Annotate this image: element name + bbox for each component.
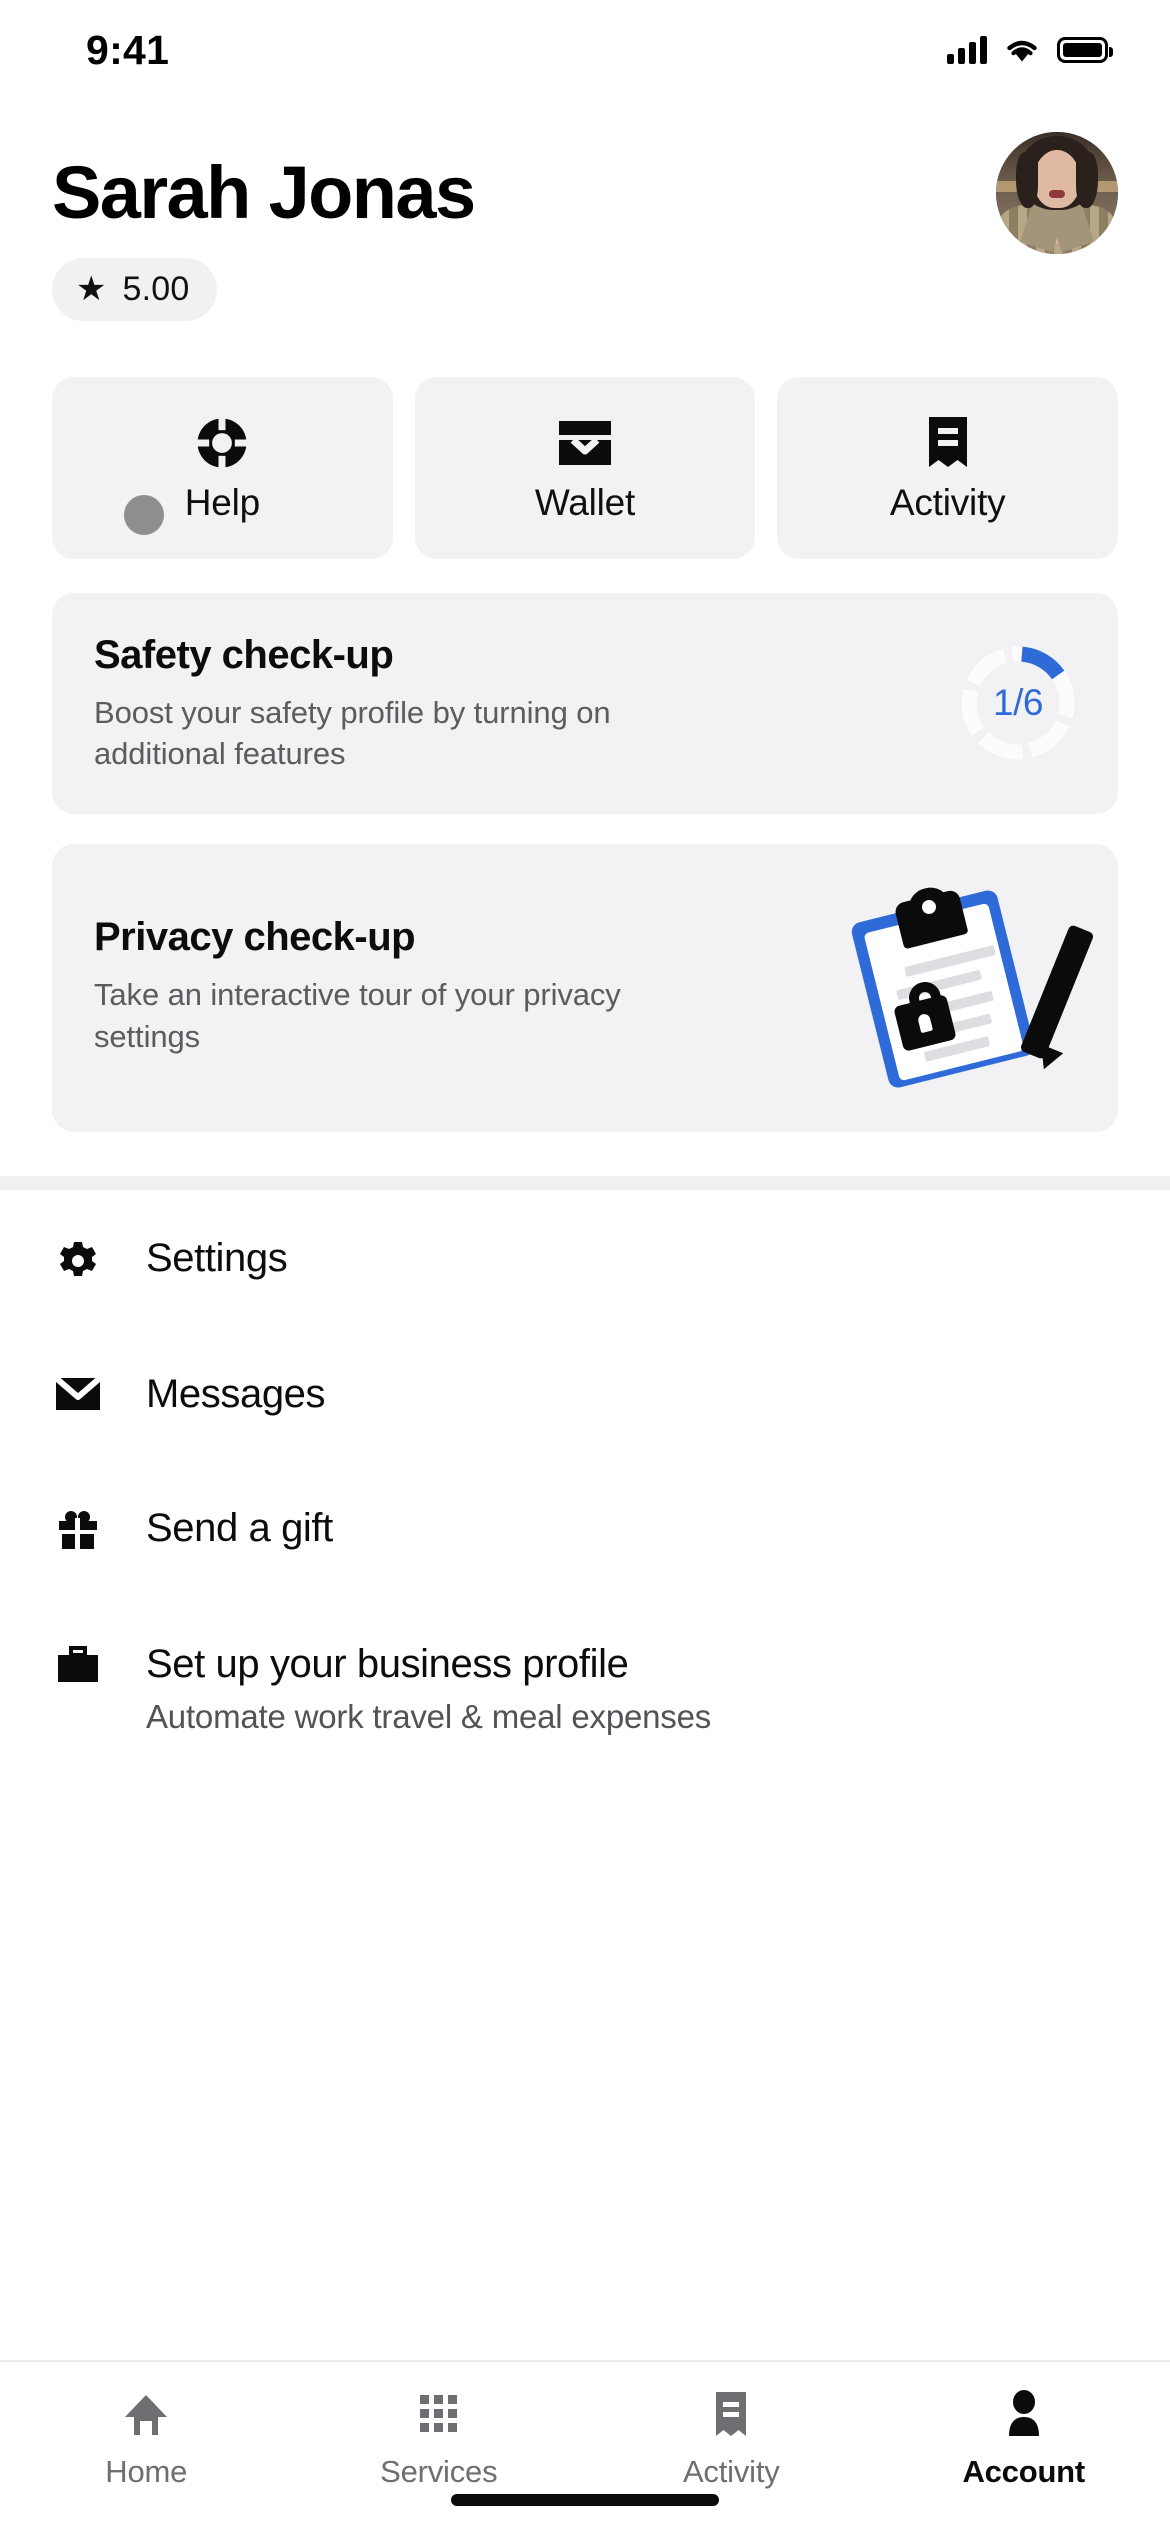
receipt-icon xyxy=(923,412,973,474)
cellular-signal-icon xyxy=(947,36,987,64)
name-block: Sarah Jonas ★ 5.00 xyxy=(52,132,476,321)
account-screen: 9:41 Sarah Jonas ★ 5.00 Help Wallet Acti… xyxy=(0,0,1170,2532)
menu-item-messages[interactable]: Messages xyxy=(52,1326,1118,1460)
home-indicator[interactable] xyxy=(451,2494,719,2506)
wifi-icon xyxy=(1007,40,1037,61)
privacy-checkup-text: Privacy check-up Take an interactive tou… xyxy=(94,915,734,1056)
tab-label: Home xyxy=(105,2454,188,2489)
avatar[interactable] xyxy=(996,132,1118,254)
tile-label: Wallet xyxy=(534,481,636,523)
bottom-tab-bar: Home Services Activity Account xyxy=(0,2360,1170,2532)
clipboard-lock-icon xyxy=(846,883,1095,1090)
menu-item-sublabel: Automate work travel & meal expenses xyxy=(146,1698,712,1736)
status-bar: 9:41 xyxy=(0,0,1170,100)
home-icon xyxy=(122,2386,170,2442)
grid-icon xyxy=(417,2386,461,2442)
gift-icon xyxy=(52,1506,104,1552)
menu-item-send-a-gift[interactable]: Send a gift xyxy=(52,1460,1118,1596)
safety-checkup-title: Safety check-up xyxy=(94,632,394,677)
tab-label: Services xyxy=(380,2454,498,2489)
menu-item-business-profile[interactable]: Set up your business profile Automate wo… xyxy=(52,1596,1118,1780)
envelope-icon xyxy=(52,1372,104,1412)
privacy-checkup-description: Take an interactive tour of your privacy… xyxy=(94,977,621,1054)
safety-progress-ring: 1/6 xyxy=(960,645,1076,761)
menu-item-label: Settings xyxy=(146,1236,288,1281)
safety-checkup-text: Safety check-up Boost your safety profil… xyxy=(94,633,734,774)
safety-checkup-description: Boost your safety profile by turning on … xyxy=(94,694,611,771)
battery-icon xyxy=(1057,37,1113,63)
rating-badge[interactable]: ★ 5.00 xyxy=(52,257,218,321)
scroll-content: Sarah Jonas ★ 5.00 Help Wallet Activity … xyxy=(0,100,1170,2360)
tile-activity[interactable]: Activity xyxy=(777,376,1119,559)
wallet-icon xyxy=(556,412,614,474)
rating-value: 5.00 xyxy=(122,269,190,308)
receipt-icon xyxy=(711,2386,751,2442)
profile-header: Sarah Jonas ★ 5.00 xyxy=(0,100,1170,321)
menu-item-settings[interactable]: Settings xyxy=(52,1190,1118,1326)
tab-label: Activity xyxy=(682,2454,780,2489)
tile-wallet[interactable]: Wallet xyxy=(414,376,756,559)
privacy-checkup-card[interactable]: Privacy check-up Take an interactive tou… xyxy=(52,844,1118,1133)
cursor-indicator xyxy=(124,494,164,535)
tile-label: Help xyxy=(184,481,260,523)
safety-progress-label: 1/6 xyxy=(993,682,1043,724)
quick-action-tiles: Help Wallet Activity xyxy=(0,321,1170,559)
tile-help[interactable]: Help xyxy=(52,376,393,559)
privacy-checkup-title: Privacy check-up xyxy=(94,915,416,960)
gear-icon xyxy=(52,1236,104,1282)
tab-home[interactable]: Home xyxy=(0,2386,293,2490)
person-icon xyxy=(1002,2386,1046,2442)
tile-label: Activity xyxy=(889,481,1006,523)
briefcase-icon xyxy=(52,1642,104,1684)
menu-item-label: Set up your business profile xyxy=(146,1642,629,1687)
lifebuoy-icon xyxy=(194,412,250,474)
tab-services[interactable]: Services xyxy=(293,2386,586,2490)
menu-item-label: Send a gift xyxy=(146,1506,333,1551)
star-icon: ★ xyxy=(76,270,107,309)
tab-label: Account xyxy=(962,2454,1086,2489)
menu-item-label: Messages xyxy=(146,1372,326,1417)
status-icons xyxy=(947,36,1113,64)
account-menu: Settings Messages Send a gift Set up you… xyxy=(0,1190,1170,1780)
tab-activity[interactable]: Activity xyxy=(585,2386,878,2490)
page-title: Sarah Jonas xyxy=(52,151,476,234)
section-divider xyxy=(0,1176,1170,1191)
status-time: 9:41 xyxy=(86,26,170,73)
safety-checkup-card[interactable]: Safety check-up Boost your safety profil… xyxy=(52,592,1118,815)
tab-account[interactable]: Account xyxy=(878,2386,1170,2490)
